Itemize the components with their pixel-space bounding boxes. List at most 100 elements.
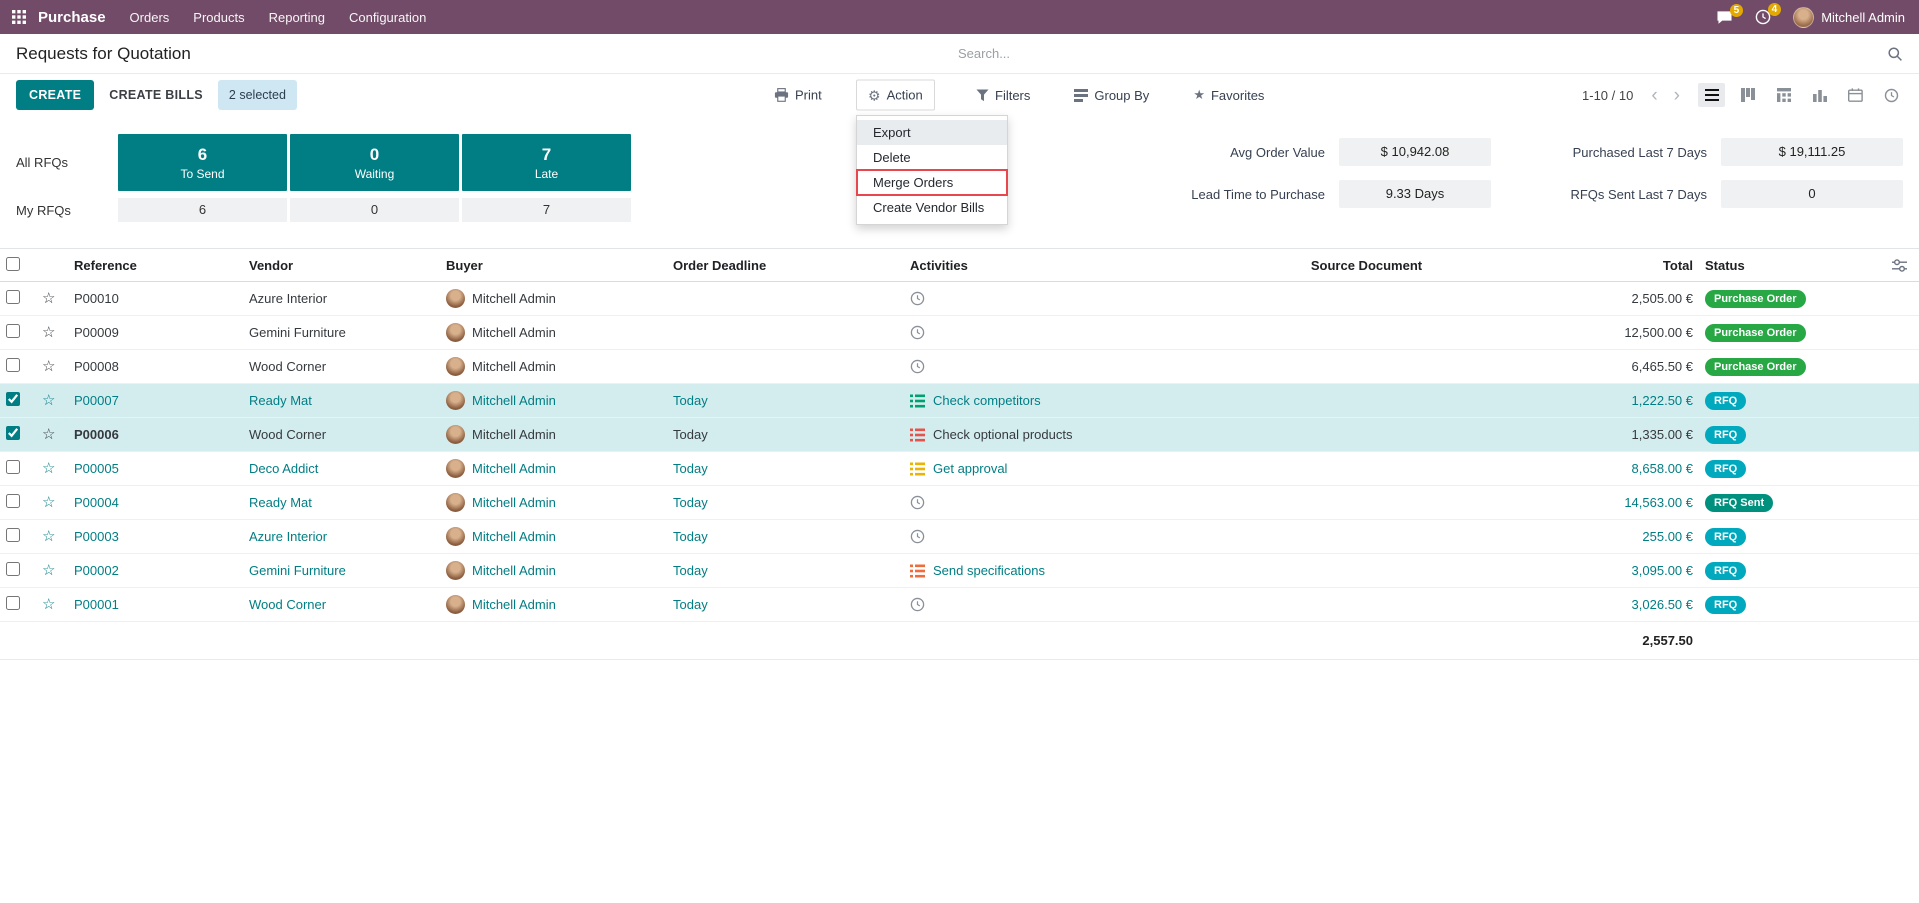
table-row[interactable]: ☆ P00009 Gemini Furniture Mitchell Admin… (0, 316, 1919, 350)
column-buyer[interactable]: Buyer (440, 258, 667, 273)
kpi-to-send[interactable]: 6 To Send (118, 134, 287, 191)
search-icon[interactable] (1887, 46, 1903, 62)
activity-cell[interactable] (904, 529, 1204, 544)
pivot-view-button[interactable] (1770, 83, 1797, 107)
star-icon[interactable]: ☆ (36, 529, 68, 544)
star-icon[interactable]: ☆ (36, 461, 68, 476)
star-icon[interactable]: ☆ (36, 563, 68, 578)
star-icon[interactable]: ☆ (36, 393, 68, 408)
row-checkbox[interactable] (6, 426, 20, 440)
apps-menu-icon[interactable] (12, 10, 26, 24)
create-bills-button[interactable]: CREATE BILLS (109, 88, 203, 102)
table-row[interactable]: ☆ P00008 Wood Corner Mitchell Admin 6,46… (0, 350, 1919, 384)
clock-icon[interactable] (910, 359, 925, 374)
clock-icon[interactable] (910, 325, 925, 340)
activity-cell[interactable]: Send specifications (904, 563, 1204, 578)
clock-icon[interactable] (910, 597, 925, 612)
app-name[interactable]: Purchase (38, 9, 106, 26)
my-kpi-late[interactable]: 7 (462, 198, 631, 222)
star-icon[interactable]: ☆ (36, 291, 68, 306)
rfq-reference[interactable]: P00004 (68, 495, 243, 510)
filters-button[interactable]: Filters (965, 81, 1041, 110)
my-kpi-waiting[interactable]: 0 (290, 198, 459, 222)
user-menu[interactable]: Mitchell Admin (1793, 6, 1905, 28)
activity-list-icon[interactable] (910, 394, 925, 408)
clock-icon[interactable] (910, 529, 925, 544)
print-button[interactable]: Print (763, 81, 833, 110)
create-button[interactable]: CREATE (16, 80, 95, 110)
table-row[interactable]: ☆ P00004 Ready Mat Mitchell Admin Today … (0, 486, 1919, 520)
calendar-view-button[interactable] (1842, 83, 1869, 107)
star-icon[interactable]: ☆ (36, 597, 68, 612)
kpi-late[interactable]: 7 Late (462, 134, 631, 191)
table-row[interactable]: ☆ P00001 Wood Corner Mitchell Admin Toda… (0, 588, 1919, 622)
all-rfqs-label[interactable]: All RFQs (16, 155, 118, 170)
menu-item-delete[interactable]: Delete (857, 145, 1007, 170)
row-checkbox[interactable] (6, 460, 20, 474)
menu-item-create-vendor-bills[interactable]: Create Vendor Bills (857, 195, 1007, 220)
rfq-reference[interactable]: P00007 (68, 393, 243, 408)
table-row[interactable]: ☆ P00002 Gemini Furniture Mitchell Admin… (0, 554, 1919, 588)
rfq-reference[interactable]: P00002 (68, 563, 243, 578)
activity-view-button[interactable] (1878, 83, 1905, 107)
row-checkbox[interactable] (6, 358, 20, 372)
activity-summary[interactable]: Get approval (933, 461, 1007, 476)
my-rfqs-label[interactable]: My RFQs (16, 203, 118, 218)
activity-list-icon[interactable] (910, 462, 925, 476)
row-checkbox[interactable] (6, 392, 20, 406)
star-icon[interactable]: ☆ (36, 427, 68, 442)
my-kpi-to-send[interactable]: 6 (118, 198, 287, 222)
optional-columns-icon[interactable] (1879, 258, 1919, 272)
rfq-reference[interactable]: P00010 (68, 291, 243, 306)
nav-products[interactable]: Products (193, 10, 244, 25)
star-icon[interactable]: ☆ (36, 359, 68, 374)
column-status[interactable]: Status (1699, 258, 1879, 273)
menu-item-merge-orders[interactable]: Merge Orders (856, 169, 1008, 196)
table-row[interactable]: ☆ P00005 Deco Addict Mitchell Admin Toda… (0, 452, 1919, 486)
row-checkbox[interactable] (6, 324, 20, 338)
activity-summary[interactable]: Send specifications (933, 563, 1045, 578)
column-reference[interactable]: Reference (68, 258, 243, 273)
table-row[interactable]: ☆ P00003 Azure Interior Mitchell Admin T… (0, 520, 1919, 554)
star-icon[interactable]: ☆ (36, 325, 68, 340)
star-icon[interactable]: ☆ (36, 495, 68, 510)
activity-cell[interactable] (904, 597, 1204, 612)
pager-previous-icon[interactable]: ‹ (1651, 86, 1657, 105)
activity-cell[interactable]: Get approval (904, 461, 1204, 476)
activity-list-icon[interactable] (910, 564, 925, 578)
activity-cell[interactable] (904, 325, 1204, 340)
clock-icon[interactable] (910, 495, 925, 510)
column-activities[interactable]: Activities (904, 258, 1204, 273)
rfq-reference[interactable]: P00006 (68, 427, 243, 442)
row-checkbox[interactable] (6, 596, 20, 610)
activity-summary[interactable]: Check optional products (933, 427, 1072, 442)
menu-item-export[interactable]: Export (857, 120, 1007, 145)
graph-view-button[interactable] (1806, 83, 1833, 107)
activity-cell[interactable] (904, 291, 1204, 306)
nav-configuration[interactable]: Configuration (349, 10, 426, 25)
activities-icon[interactable]: 4 (1755, 3, 1782, 25)
table-row[interactable]: ☆ P00010 Azure Interior Mitchell Admin 2… (0, 282, 1919, 316)
column-order-deadline[interactable]: Order Deadline (667, 258, 904, 273)
group-by-button[interactable]: Group By (1063, 81, 1160, 110)
activity-cell[interactable] (904, 359, 1204, 374)
row-checkbox[interactable] (6, 528, 20, 542)
kanban-view-button[interactable] (1734, 83, 1761, 107)
column-total[interactable]: Total (1529, 258, 1699, 273)
rfq-reference[interactable]: P00003 (68, 529, 243, 544)
search-input[interactable] (958, 46, 1887, 61)
rfq-reference[interactable]: P00001 (68, 597, 243, 612)
pager-next-icon[interactable]: › (1674, 86, 1680, 105)
activity-cell[interactable]: Check optional products (904, 427, 1204, 442)
activity-cell[interactable]: Check competitors (904, 393, 1204, 408)
clock-icon[interactable] (910, 291, 925, 306)
row-checkbox[interactable] (6, 494, 20, 508)
activity-list-icon[interactable] (910, 428, 925, 442)
row-checkbox[interactable] (6, 290, 20, 304)
rfq-reference[interactable]: P00008 (68, 359, 243, 374)
messages-icon[interactable]: 5 (1716, 3, 1744, 25)
list-view-button[interactable] (1698, 83, 1725, 107)
column-vendor[interactable]: Vendor (243, 258, 440, 273)
rfq-reference[interactable]: P00005 (68, 461, 243, 476)
column-source-document[interactable]: Source Document (1204, 258, 1529, 273)
